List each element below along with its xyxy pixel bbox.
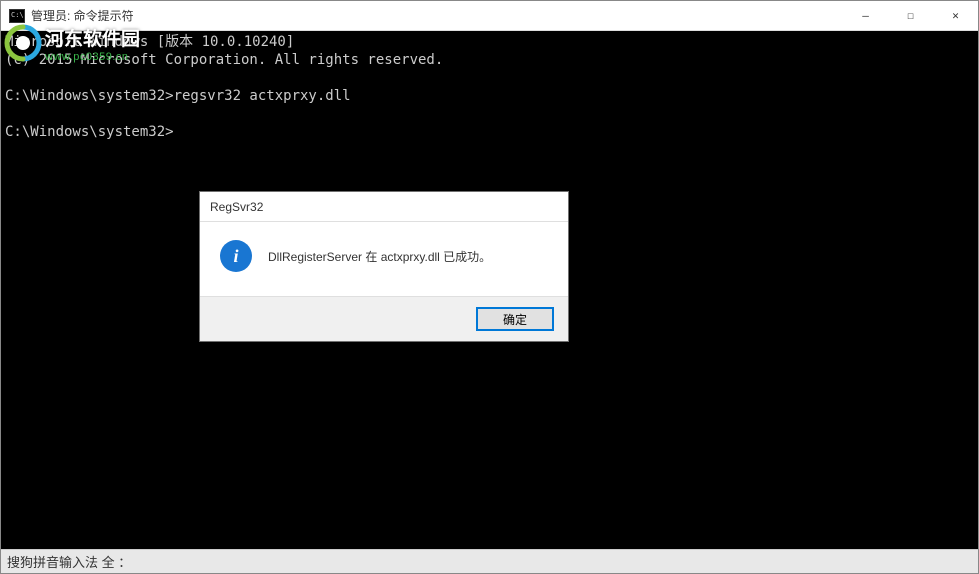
- window-title: 管理员: 命令提示符: [31, 7, 843, 24]
- ok-button[interactable]: 确定: [476, 307, 554, 331]
- ime-status-bar[interactable]: 搜狗拼音输入法 全 ：: [1, 549, 978, 573]
- terminal-line: Microsoft Windows [版本 10.0.10240]: [5, 34, 294, 50]
- ime-text: 搜狗拼音输入法 全 ：: [7, 552, 131, 571]
- dialog-body: i DllRegisterServer 在 actxprxy.dll 已成功。: [200, 222, 568, 296]
- dialog-footer: 确定: [200, 296, 568, 341]
- info-icon-glyph: i: [233, 246, 238, 267]
- maximize-button[interactable]: ☐: [888, 1, 933, 30]
- dialog-title[interactable]: RegSvr32: [200, 192, 568, 222]
- regsvr-dialog: RegSvr32 i DllRegisterServer 在 actxprxy.…: [199, 191, 569, 342]
- dialog-message: DllRegisterServer 在 actxprxy.dll 已成功。: [268, 248, 491, 265]
- window-controls: — ☐ ✕: [843, 1, 978, 30]
- terminal-line: (c) 2015 Microsoft Corporation. All righ…: [5, 52, 443, 68]
- terminal-line: C:\Windows\system32>regsvr32 actxprxy.dl…: [5, 88, 351, 104]
- info-icon: i: [220, 240, 252, 272]
- window-titlebar: 管理员: 命令提示符 — ☐ ✕: [1, 1, 978, 31]
- terminal-line: C:\Windows\system32>: [5, 124, 174, 140]
- minimize-button[interactable]: —: [843, 1, 888, 30]
- cmd-icon: [9, 9, 25, 23]
- close-button[interactable]: ✕: [933, 1, 978, 30]
